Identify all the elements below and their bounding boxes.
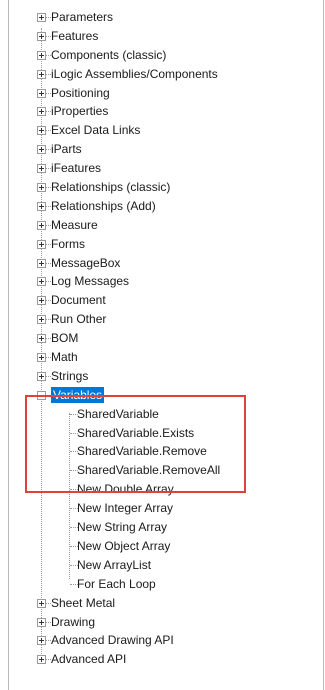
tree-node-label: Drawing bbox=[51, 614, 96, 629]
tree-node-label: Relationships (classic) bbox=[51, 180, 171, 195]
plus-expander-icon[interactable] bbox=[37, 239, 46, 249]
tree-node-math[interactable]: Math bbox=[35, 348, 325, 367]
tree-node-label: Positioning bbox=[51, 85, 110, 100]
tree-node-bom[interactable]: BOM bbox=[35, 329, 325, 348]
annotation-highlight-box bbox=[25, 395, 246, 493]
plus-expander-icon[interactable] bbox=[37, 220, 46, 230]
tree-node-label: iParts bbox=[51, 142, 82, 157]
plus-expander-icon[interactable] bbox=[37, 258, 46, 268]
plus-expander-icon[interactable] bbox=[37, 164, 46, 174]
tree-node-label: MessageBox bbox=[51, 255, 121, 270]
tree-leaf-new-string-array[interactable]: New String Array bbox=[35, 518, 325, 537]
plus-expander-icon[interactable] bbox=[37, 126, 46, 136]
tree-node-drawing[interactable]: Drawing bbox=[35, 613, 325, 632]
tree-node-forms[interactable]: Forms bbox=[35, 235, 325, 254]
tree-node-iproperties[interactable]: iProperties bbox=[35, 102, 325, 121]
tree-node-features[interactable]: Features bbox=[35, 27, 325, 46]
tree-leaf-new-arraylist[interactable]: New ArrayList bbox=[35, 556, 325, 575]
tree-node-label: Document bbox=[51, 293, 106, 308]
plus-expander-icon[interactable] bbox=[37, 201, 46, 211]
tree-leaf-label: New String Array bbox=[77, 520, 168, 535]
plus-expander-icon[interactable] bbox=[37, 277, 46, 287]
plus-expander-icon[interactable] bbox=[37, 636, 46, 646]
tree-node-advanced-drawing-api[interactable]: Advanced Drawing API bbox=[35, 631, 325, 650]
tree-node-iparts[interactable]: iParts bbox=[35, 140, 325, 159]
tree-node-label: Sheet Metal bbox=[51, 595, 116, 610]
plus-expander-icon[interactable] bbox=[37, 334, 46, 344]
plus-expander-icon[interactable] bbox=[37, 617, 46, 627]
tree-node-label: Features bbox=[51, 28, 99, 43]
plus-expander-icon[interactable] bbox=[37, 145, 46, 155]
tree-node-label: Measure bbox=[51, 217, 98, 232]
tree-node-run-other[interactable]: Run Other bbox=[35, 310, 325, 329]
tree-node-document[interactable]: Document bbox=[35, 291, 325, 310]
tree-leaf-new-object-array[interactable]: New Object Array bbox=[35, 537, 325, 556]
tree-node-strings[interactable]: Strings bbox=[35, 367, 325, 386]
tree-node-label: Advanced Drawing API bbox=[51, 633, 174, 648]
tree-node-label: Strings bbox=[51, 368, 89, 383]
plus-expander-icon[interactable] bbox=[37, 655, 46, 665]
plus-expander-icon[interactable] bbox=[37, 13, 46, 22]
tree-node-label: Log Messages bbox=[51, 274, 130, 289]
plus-expander-icon[interactable] bbox=[37, 183, 46, 193]
tree-node-sheet-metal[interactable]: Sheet Metal bbox=[35, 594, 325, 613]
tree-node-label: iProperties bbox=[51, 104, 109, 119]
tree-node-positioning[interactable]: Positioning bbox=[35, 84, 325, 103]
plus-expander-icon[interactable] bbox=[37, 598, 46, 608]
tree-leaf-new-integer-array[interactable]: New Integer Array bbox=[35, 499, 325, 518]
tree-node-label: Math bbox=[51, 350, 78, 365]
tree-leaf-label: For Each Loop bbox=[77, 576, 156, 591]
plus-expander-icon[interactable] bbox=[37, 31, 46, 41]
tree-node-label: Excel Data Links bbox=[51, 123, 141, 138]
tree-node-relationships-add[interactable]: Relationships (Add) bbox=[35, 197, 325, 216]
tree-node-label: Forms bbox=[51, 236, 85, 251]
tree-node-ilogic-assemblies[interactable]: iLogic Assemblies/Components bbox=[35, 65, 325, 84]
plus-expander-icon[interactable] bbox=[37, 88, 46, 98]
tree-node-advanced-api[interactable]: Advanced API bbox=[35, 650, 325, 669]
tree-node-label: BOM bbox=[51, 331, 79, 346]
tree-leaf-for-each-loop[interactable]: For Each Loop bbox=[35, 575, 325, 594]
plus-expander-icon[interactable] bbox=[37, 107, 46, 117]
plus-expander-icon[interactable] bbox=[37, 371, 46, 381]
tree-leaf-label: New ArrayList bbox=[77, 557, 152, 572]
tree-node-relationships-classic[interactable]: Relationships (classic) bbox=[35, 178, 325, 197]
tree-node-parameters[interactable]: Parameters bbox=[35, 8, 325, 27]
plus-expander-icon[interactable] bbox=[37, 315, 46, 325]
tree-node-label: Advanced API bbox=[51, 652, 127, 667]
tree-node-ifeatures[interactable]: iFeatures bbox=[35, 159, 325, 178]
plus-expander-icon[interactable] bbox=[37, 296, 46, 306]
tree-node-label: iLogic Assemblies/Components bbox=[51, 66, 218, 81]
tree-node-log-messages[interactable]: Log Messages bbox=[35, 272, 325, 291]
snippet-tree: Parameters Features Components (classic)… bbox=[35, 8, 325, 669]
tree-node-label: Parameters bbox=[51, 10, 114, 24]
tree-leaf-label: New Object Array bbox=[77, 538, 171, 553]
plus-expander-icon[interactable] bbox=[37, 50, 46, 60]
plus-expander-icon[interactable] bbox=[37, 69, 46, 79]
snippet-tree-panel: Parameters Features Components (classic)… bbox=[8, 0, 324, 690]
tree-node-label: iFeatures bbox=[51, 161, 102, 176]
tree-node-messagebox[interactable]: MessageBox bbox=[35, 254, 325, 273]
tree-node-label: Components (classic) bbox=[51, 47, 167, 62]
tree-node-label: Relationships (Add) bbox=[51, 198, 156, 213]
tree-node-components-classic[interactable]: Components (classic) bbox=[35, 46, 325, 65]
tree-node-excel-data-links[interactable]: Excel Data Links bbox=[35, 121, 325, 140]
plus-expander-icon[interactable] bbox=[37, 353, 46, 363]
tree-node-label: Run Other bbox=[51, 312, 107, 327]
tree-leaf-label: New Integer Array bbox=[77, 501, 174, 516]
tree-node-measure[interactable]: Measure bbox=[35, 216, 325, 235]
